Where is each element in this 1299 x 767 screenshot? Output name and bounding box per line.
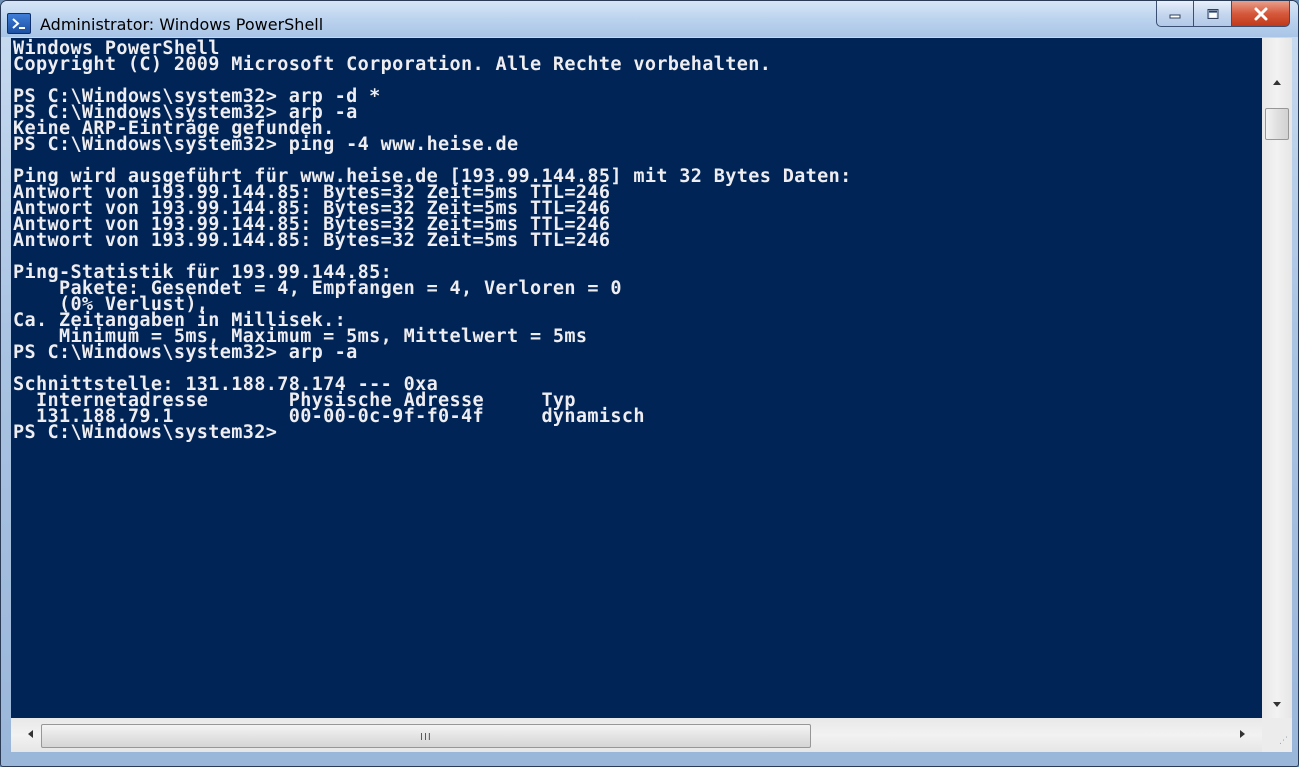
horizontal-scroll-thumb[interactable]: III (41, 724, 811, 748)
maximize-button[interactable] (1194, 1, 1232, 27)
scroll-up-icon[interactable] (1273, 80, 1281, 85)
console-line: Antwort von 193.99.144.85: Bytes=32 Zeit… (13, 230, 611, 251)
maximize-icon (1207, 8, 1218, 19)
console-text: Windows PowerShell Copyright (C) 2009 Mic… (11, 38, 1262, 443)
console-line: PS C:\Windows\system32> arp -a (13, 342, 358, 363)
console-line: PS C:\Windows\system32> ping -4 www.heis… (13, 134, 519, 155)
title-bar[interactable]: Administrator: Windows PowerShell (1, 1, 1298, 37)
close-button[interactable] (1232, 1, 1290, 27)
scroll-right-icon[interactable] (1240, 730, 1245, 738)
scroll-down-icon[interactable] (1273, 702, 1281, 707)
console-line: Copyright (C) 2009 Microsoft Corporation… (13, 54, 772, 75)
window-title: Administrator: Windows PowerShell (40, 15, 324, 34)
scroll-grip-icon: III (420, 732, 432, 743)
console-output[interactable]: Windows PowerShell Copyright (C) 2009 Mic… (11, 38, 1262, 718)
console-line: PS C:\Windows\system32> (13, 422, 278, 443)
horizontal-scrollbar[interactable]: III (11, 718, 1262, 752)
powershell-icon[interactable] (7, 13, 31, 34)
resize-grip-icon: ⋰ (1279, 736, 1288, 746)
scroll-left-icon[interactable] (28, 730, 33, 738)
minimize-icon (1169, 14, 1181, 18)
minimize-button[interactable] (1156, 1, 1194, 27)
close-icon (1254, 7, 1267, 20)
caption-buttons (1156, 1, 1290, 27)
vertical-scrollbar[interactable] (1262, 38, 1292, 718)
size-grip[interactable]: ⋰ (1262, 718, 1292, 752)
vertical-scroll-thumb[interactable] (1265, 108, 1289, 140)
powershell-window: Administrator: Windows PowerShell Window… (0, 0, 1299, 767)
